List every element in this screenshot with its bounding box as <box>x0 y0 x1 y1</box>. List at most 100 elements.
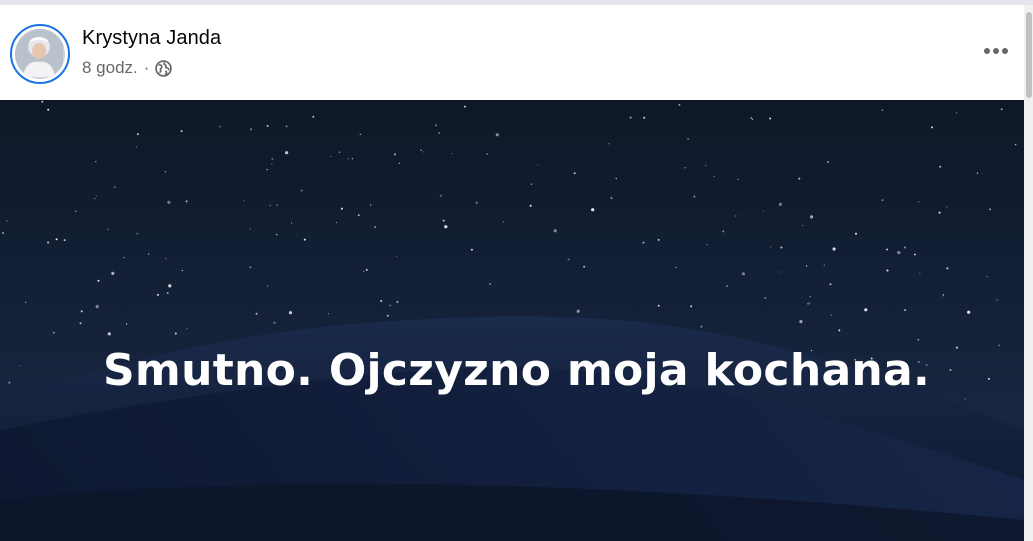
star <box>300 189 303 192</box>
star <box>751 118 754 120</box>
star <box>250 128 252 131</box>
night-sky-image <box>0 100 1024 541</box>
star <box>693 195 696 198</box>
more-options-button[interactable] <box>976 33 1016 69</box>
star <box>486 153 488 155</box>
star <box>823 264 825 266</box>
star <box>165 258 167 260</box>
star <box>94 198 96 200</box>
star <box>285 125 288 128</box>
star <box>591 208 595 212</box>
star <box>750 117 753 119</box>
star <box>809 302 811 304</box>
star <box>363 270 365 272</box>
star <box>942 295 944 297</box>
post-meta: 8 godz. · <box>82 58 173 78</box>
star <box>164 171 166 173</box>
star <box>1015 144 1017 146</box>
avatar-image <box>15 29 65 79</box>
post-timestamp[interactable]: 8 godz. <box>82 58 138 78</box>
star <box>897 251 901 255</box>
star <box>903 246 906 249</box>
star <box>47 108 50 111</box>
star <box>502 221 504 223</box>
star <box>442 219 445 222</box>
star <box>798 177 801 180</box>
star <box>530 183 533 185</box>
star <box>737 178 739 180</box>
star <box>374 226 377 229</box>
star <box>475 201 478 204</box>
star <box>291 222 293 224</box>
star <box>370 204 372 206</box>
star <box>946 206 948 208</box>
star <box>495 133 499 137</box>
star <box>351 158 353 160</box>
star <box>762 210 765 212</box>
star <box>741 272 746 276</box>
star <box>799 320 803 324</box>
star <box>398 162 400 164</box>
star <box>610 197 613 200</box>
star <box>996 299 998 301</box>
star <box>167 200 171 204</box>
star <box>986 275 988 278</box>
star <box>219 126 221 128</box>
star <box>726 285 728 287</box>
star <box>113 186 116 189</box>
star <box>420 149 422 151</box>
scrollbar-thumb[interactable] <box>1026 12 1032 98</box>
star <box>964 398 966 400</box>
star <box>393 153 396 156</box>
star <box>678 103 681 106</box>
star <box>643 116 646 119</box>
star <box>380 300 383 302</box>
star <box>359 133 361 135</box>
star <box>266 124 269 127</box>
star <box>123 257 125 259</box>
star <box>185 200 188 203</box>
star <box>396 256 398 258</box>
star <box>583 265 586 268</box>
star <box>881 109 883 111</box>
star <box>684 167 686 169</box>
star <box>956 112 958 114</box>
star <box>148 253 150 255</box>
star <box>918 201 920 203</box>
star <box>809 296 811 298</box>
star <box>989 208 992 211</box>
star <box>608 143 610 145</box>
star <box>276 204 278 206</box>
star <box>365 268 368 271</box>
star <box>166 292 169 294</box>
avatar-portrait <box>15 29 63 77</box>
star <box>285 151 289 155</box>
star <box>657 238 660 241</box>
star <box>136 233 138 235</box>
star <box>338 151 341 153</box>
star <box>423 151 425 153</box>
facebook-post-frame: Krystyna Janda 8 godz. · Smutno. Ojczyzn… <box>0 0 1033 541</box>
star <box>904 309 907 312</box>
star <box>967 310 971 314</box>
star <box>553 229 557 233</box>
star <box>470 248 473 251</box>
star <box>95 161 97 163</box>
star <box>780 246 783 249</box>
star <box>657 304 660 307</box>
star <box>939 165 942 168</box>
star <box>47 241 50 244</box>
star <box>976 172 979 174</box>
star <box>271 157 274 160</box>
star <box>271 163 273 165</box>
author-avatar[interactable] <box>10 24 70 84</box>
star <box>157 293 159 296</box>
star <box>886 269 889 272</box>
star <box>770 246 772 248</box>
star <box>919 272 921 274</box>
star <box>769 117 772 120</box>
star <box>690 305 693 308</box>
globe-icon[interactable] <box>155 59 173 77</box>
author-name[interactable]: Krystyna Janda <box>82 27 221 50</box>
post-image[interactable] <box>0 100 1024 541</box>
